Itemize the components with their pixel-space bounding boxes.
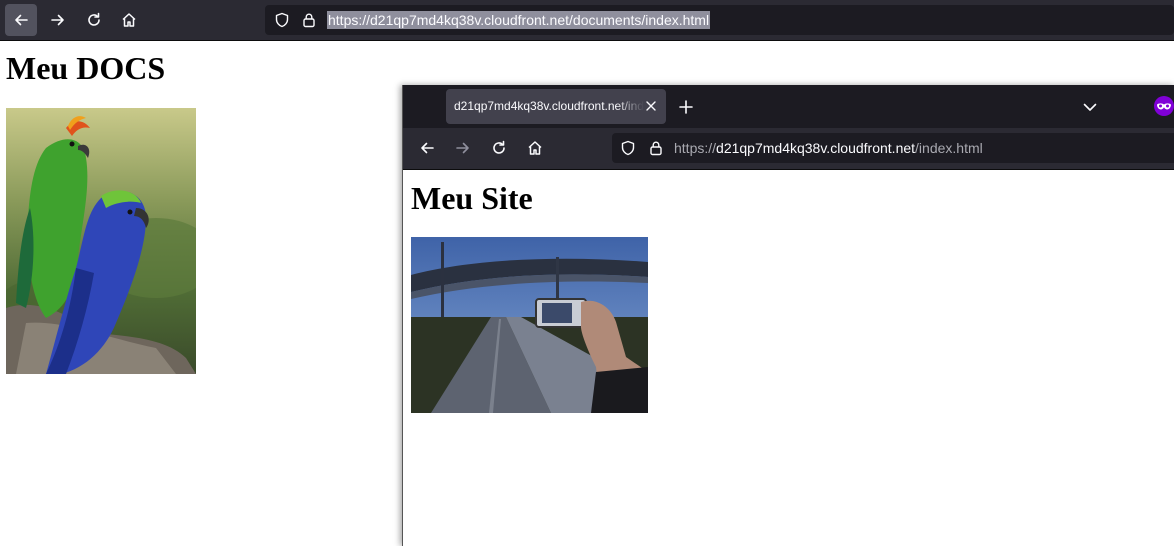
forward-button[interactable] xyxy=(42,4,74,36)
front-browser-window: d21qp7md4kq38v.cloudfront.net/index.html… xyxy=(402,85,1174,546)
forward-arrow-icon[interactable] xyxy=(455,140,471,156)
parrots-image xyxy=(6,108,196,374)
url-text-front[interactable]: https://d21qp7md4kq38v.cloudfront.net/in… xyxy=(674,140,983,157)
bridge-road-photo xyxy=(411,237,648,413)
close-icon[interactable] xyxy=(644,99,658,113)
url-path: /index.html xyxy=(915,140,983,156)
new-tab-icon[interactable] xyxy=(678,99,694,115)
list-all-tabs-icon[interactable] xyxy=(1082,99,1098,115)
reload-icon xyxy=(88,12,100,26)
lock-icon[interactable] xyxy=(648,140,664,156)
page-title: Meu DOCS xyxy=(6,50,166,86)
browser-toolbar-front: https://d21qp7md4kq38v.cloudfront.net/in… xyxy=(403,128,1174,170)
reload-button[interactable] xyxy=(78,4,110,36)
url-domain: d21qp7md4kq38v.cloudfront.net xyxy=(716,140,916,156)
home-button[interactable] xyxy=(113,4,145,36)
tab-bar: d21qp7md4kq38v.cloudfront.net/index.html xyxy=(403,85,1174,128)
shield-icon[interactable] xyxy=(620,140,636,156)
shield-icon[interactable] xyxy=(274,12,290,28)
home-icon[interactable] xyxy=(527,140,543,156)
forward-arrow-icon xyxy=(51,14,64,26)
back-arrow-icon xyxy=(15,14,28,26)
back-button[interactable] xyxy=(5,4,37,36)
lock-icon[interactable] xyxy=(301,12,317,28)
url-scheme: https:// xyxy=(674,140,717,156)
browser-toolbar: https://d21qp7md4kq38v.cloudfront.net/do… xyxy=(0,0,1174,41)
tab-title: d21qp7md4kq38v.cloudfront.net/index.html xyxy=(454,99,644,113)
private-browsing-mask-icon xyxy=(1154,96,1174,116)
address-bar[interactable]: https://d21qp7md4kq38v.cloudfront.net/do… xyxy=(265,5,1174,35)
address-bar-front[interactable]: https://d21qp7md4kq38v.cloudfront.net/in… xyxy=(612,133,1174,163)
url-text[interactable]: https://d21qp7md4kq38v.cloudfront.net/do… xyxy=(327,11,711,29)
back-arrow-icon[interactable] xyxy=(419,140,435,156)
reload-icon[interactable] xyxy=(491,140,507,156)
home-icon xyxy=(122,13,136,27)
tab-active[interactable]: d21qp7md4kq38v.cloudfront.net/index.html xyxy=(446,89,666,124)
site-title: Meu Site xyxy=(411,180,533,216)
